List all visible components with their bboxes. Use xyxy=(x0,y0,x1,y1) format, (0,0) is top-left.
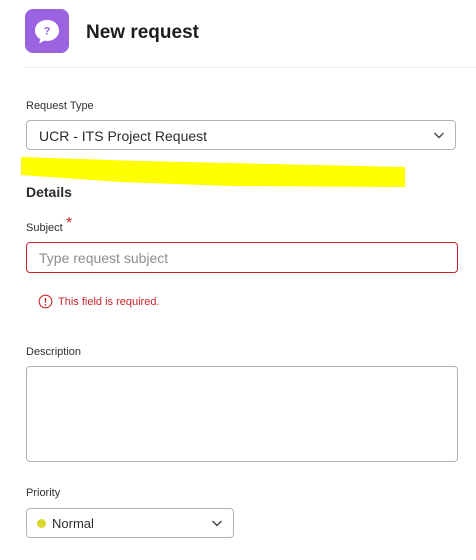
details-section-title: Details xyxy=(26,184,72,200)
subject-input[interactable] xyxy=(26,242,458,273)
chevron-down-icon xyxy=(434,132,444,139)
chevron-down-icon xyxy=(212,520,222,527)
header-divider xyxy=(25,67,476,68)
required-asterisk: * xyxy=(66,215,73,232)
chat-bubble-question-icon: ? xyxy=(35,20,59,44)
description-label: Description xyxy=(26,346,82,358)
priority-value: Normal xyxy=(52,516,94,531)
subject-error-text: This field is required. xyxy=(58,296,160,308)
yellow-highlight-mark xyxy=(21,157,405,187)
subject-label: Subject xyxy=(26,222,63,234)
priority-select[interactable]: Normal xyxy=(26,508,234,538)
alert-circle-icon xyxy=(38,294,53,309)
app-icon: ? xyxy=(25,9,69,53)
request-type-value: UCR - ITS Project Request xyxy=(39,128,208,144)
page-title: New request xyxy=(86,22,199,43)
request-type-select[interactable]: UCR - ITS Project Request xyxy=(26,120,456,150)
request-type-label: Request Type xyxy=(26,100,94,112)
question-mark-glyph: ? xyxy=(44,26,51,38)
description-textarea[interactable] xyxy=(26,366,458,462)
priority-status-dot xyxy=(37,519,46,528)
priority-label: Priority xyxy=(26,487,61,499)
